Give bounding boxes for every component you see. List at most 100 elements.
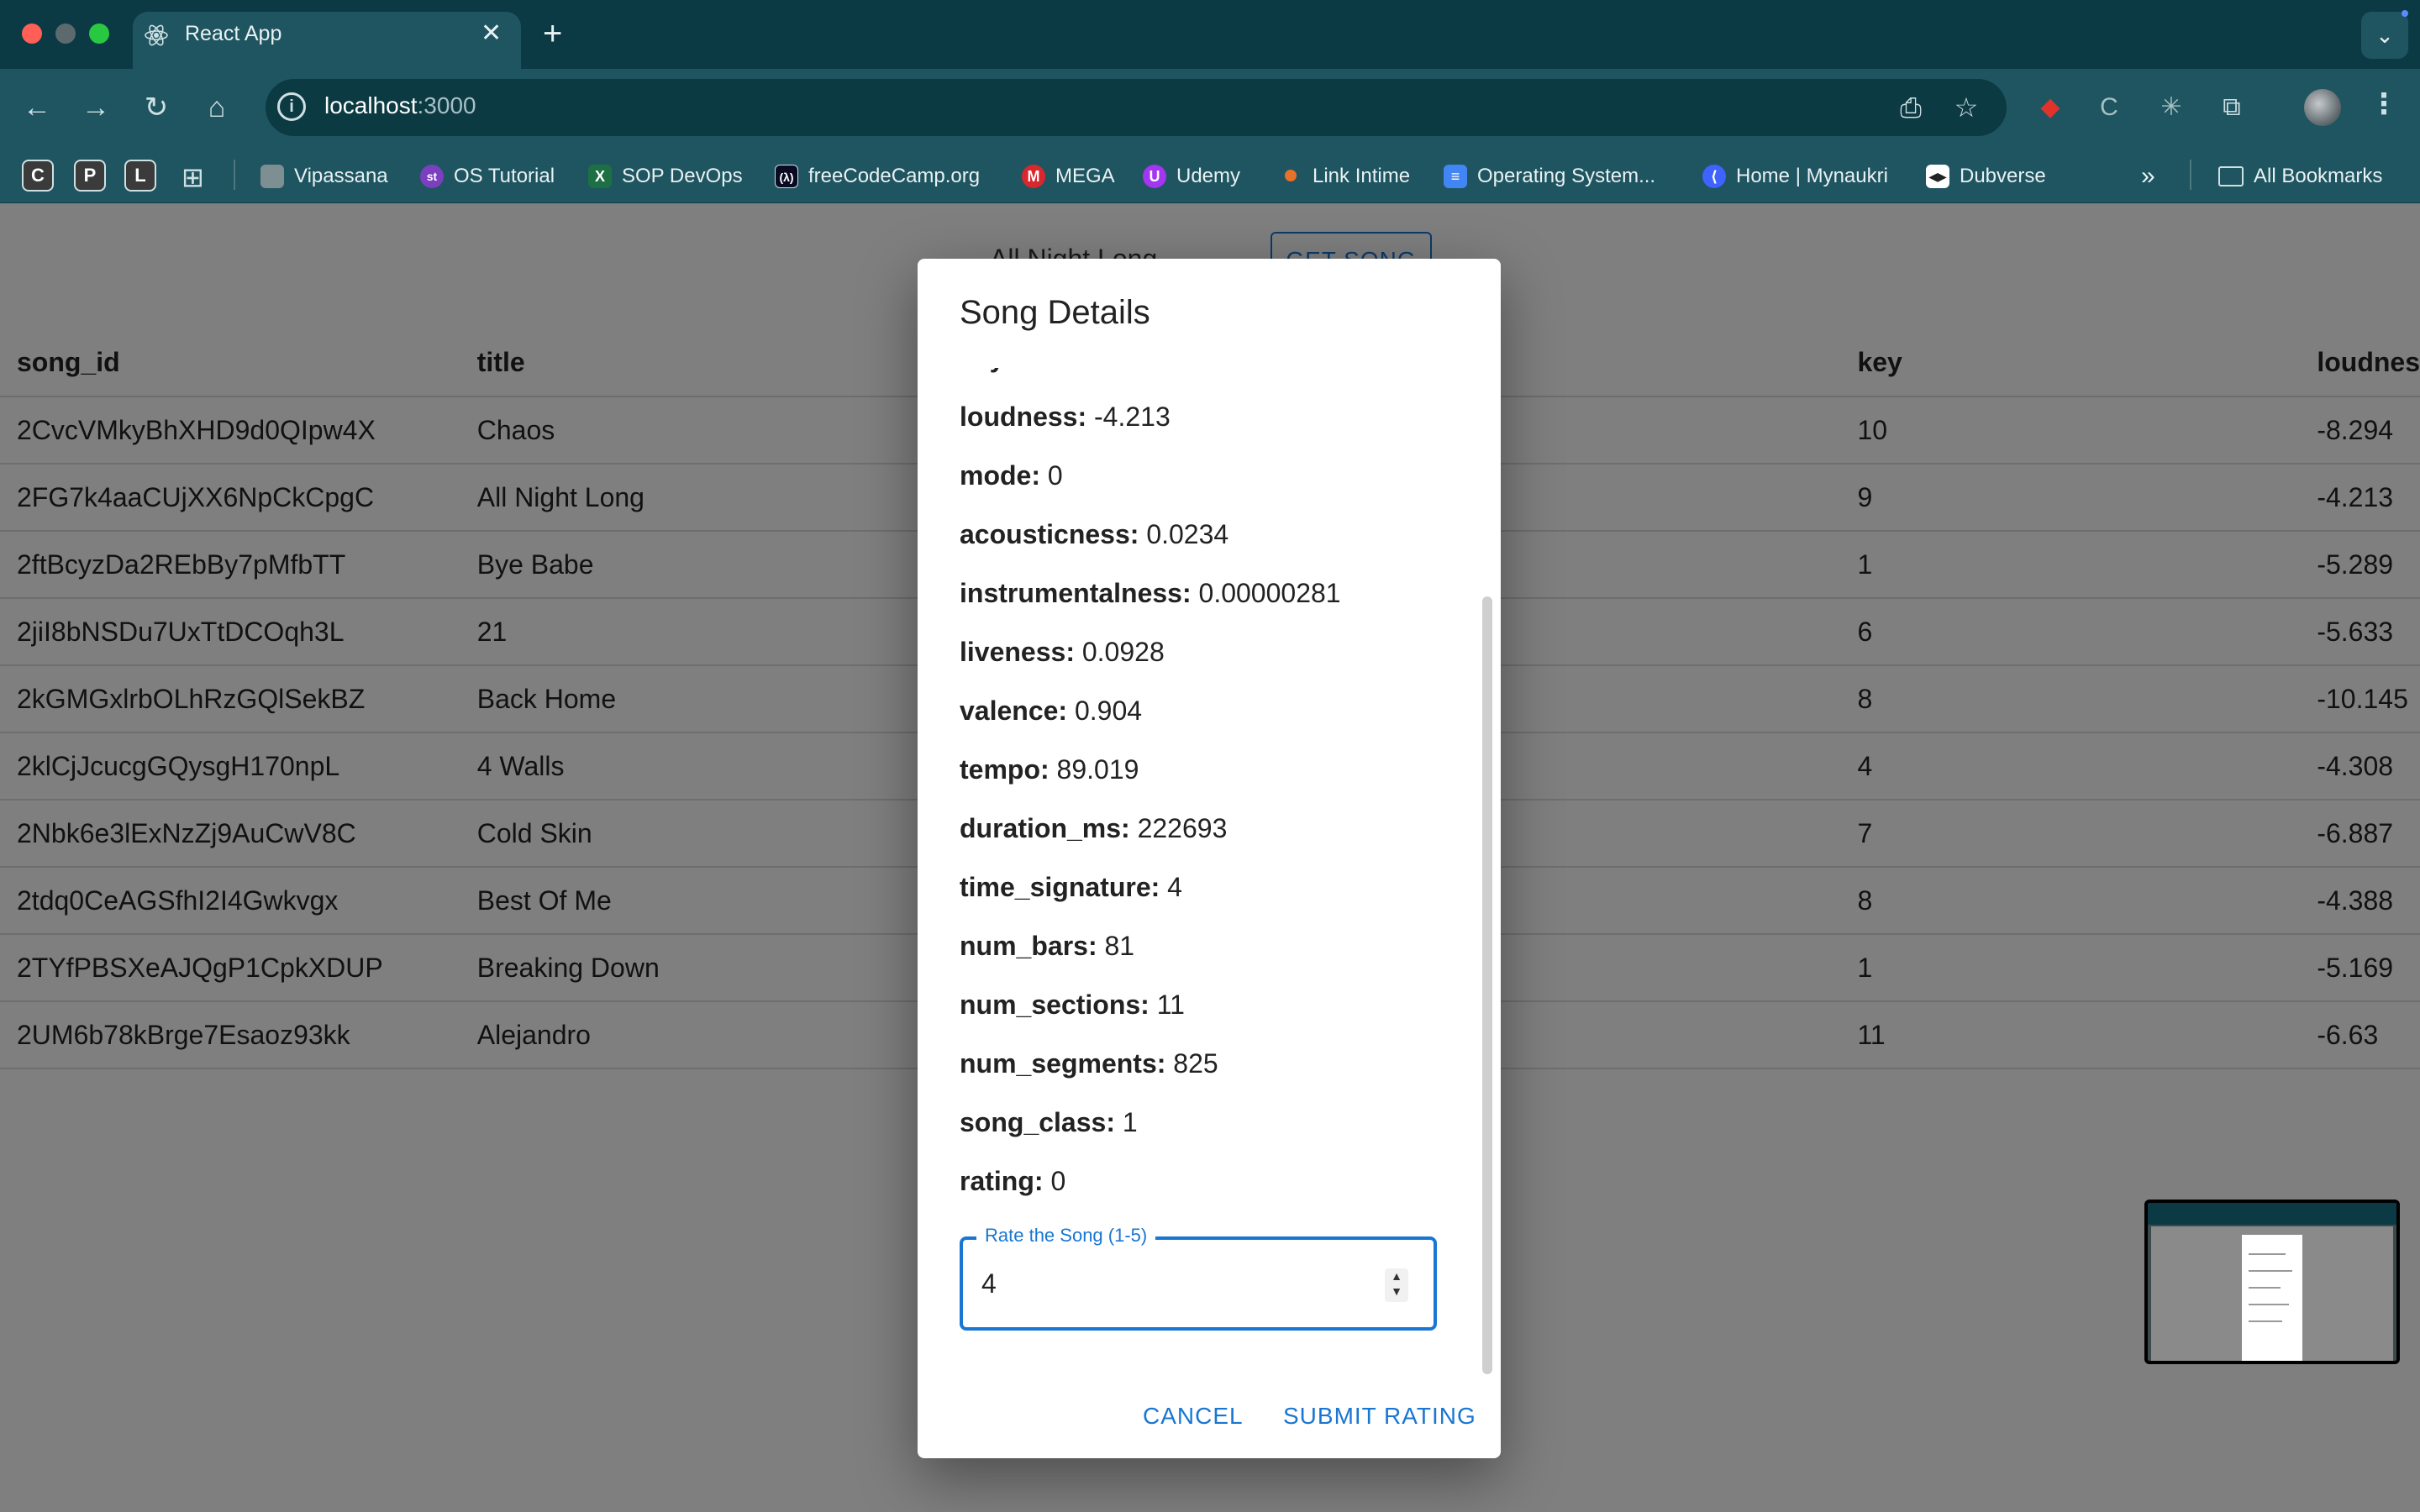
field-label: acousticness:	[960, 519, 1139, 549]
url-host: localhost	[324, 92, 418, 118]
bookmark-os-tutorial[interactable]: st OS Tutorial	[420, 161, 555, 192]
bookmark-dubverse[interactable]: ◀▶ Dubverse	[1926, 161, 2046, 192]
docs-icon: ≡	[1444, 165, 1467, 188]
song-detail-field: time_signature: 4	[960, 872, 1182, 903]
install-app-icon[interactable]: ⎙	[1892, 89, 1929, 126]
song-detail-field: tempo: 89.019	[960, 754, 1139, 785]
song-detail-field: mode: 0	[960, 460, 1063, 491]
notification-dot	[2402, 10, 2408, 17]
browser-menu-icon[interactable]: ⋮	[2370, 87, 2398, 121]
home-icon[interactable]: ⌂	[193, 84, 240, 131]
dialog-scrollbar-thumb[interactable]	[1482, 596, 1492, 1374]
all-bookmarks-button[interactable]: All Bookmarks	[2218, 161, 2382, 192]
field-value: 0.904	[1074, 696, 1143, 726]
dialog-title: Song Details	[960, 294, 1150, 331]
field-label: liveness:	[960, 637, 1075, 667]
song-detail-field: song_class: 1	[960, 1107, 1138, 1138]
rating-input-label: Rate the Song (1-5)	[976, 1225, 1156, 1247]
dialog-content[interactable]: key: 9 loudness: -4.213 mode: 0 acousticnes…	[960, 368, 1445, 1299]
profile-c-badge[interactable]: C	[22, 160, 54, 192]
bookmark-udemy[interactable]: U Udemy	[1143, 161, 1240, 192]
rating-input[interactable]	[960, 1236, 1437, 1331]
field-label: duration_ms:	[960, 813, 1130, 843]
bookmark-label: OS Tutorial	[454, 165, 555, 187]
field-label: num_sections:	[960, 990, 1150, 1020]
site-info-icon[interactable]: i	[277, 92, 306, 121]
window-maximize-button[interactable]	[89, 24, 109, 44]
tab-close-icon[interactable]: ✕	[481, 18, 502, 48]
field-label: valence:	[960, 696, 1068, 726]
bookmark-label: freeCodeCamp.org	[808, 165, 981, 187]
bookmark-mega[interactable]: M MEGA	[1022, 161, 1115, 192]
address-bar[interactable]	[266, 79, 2007, 136]
bookmark-operating-system[interactable]: ≡ Operating System...	[1444, 161, 1655, 192]
field-label: time_signature:	[960, 872, 1160, 902]
apps-grid-icon[interactable]: ⊞	[182, 161, 204, 193]
back-arrow-icon[interactable]: ←	[13, 84, 60, 131]
field-value: 4	[1167, 872, 1182, 902]
dot-icon	[1279, 165, 1302, 188]
extensions-puzzle-icon[interactable]: ⧉	[2212, 87, 2252, 128]
field-label: num_segments:	[960, 1048, 1166, 1079]
field-value: 825	[1173, 1048, 1218, 1079]
dubverse-icon: ◀▶	[1926, 165, 1949, 188]
number-spinner-icon[interactable]: ▲ ▼	[1385, 1268, 1408, 1302]
bookmarks-overflow-icon[interactable]: »	[2141, 161, 2155, 192]
extension-red-icon[interactable]: ◆	[2030, 87, 2070, 128]
tab-search-chevron-icon[interactable]: ⌄	[2361, 12, 2408, 59]
field-value: 89.019	[1056, 754, 1139, 785]
field-label: loudness:	[960, 402, 1087, 432]
field-value: 0.0928	[1081, 637, 1165, 667]
song-details-dialog: Song Details key: 9 loudness: -4.213 mode:…	[918, 259, 1501, 1458]
all-bookmarks-label: All Bookmarks	[2254, 165, 2383, 187]
submit-rating-button[interactable]: SUBMIT RATING	[1283, 1403, 1476, 1430]
mega-icon: M	[1022, 165, 1045, 188]
song-detail-field: num_sections: 11	[960, 990, 1185, 1021]
new-tab-icon[interactable]: +	[543, 15, 562, 53]
thumbnail-toolbar	[2148, 1203, 2396, 1225]
bookmark-freecodecamp[interactable]: (λ) freeCodeCamp.org	[775, 161, 980, 192]
cancel-button[interactable]: CANCEL	[1143, 1403, 1244, 1430]
song-detail-field: num_segments: 825	[960, 1048, 1218, 1079]
bookmark-label: Udemy	[1176, 165, 1241, 187]
excel-icon: X	[588, 165, 612, 188]
field-label: song_class:	[960, 1107, 1115, 1137]
bookmarks-divider	[2190, 160, 2191, 190]
bookmark-star-icon[interactable]: ☆	[1948, 89, 1985, 126]
bookmark-vipassana[interactable]: Vipassana	[260, 161, 388, 192]
url-port: :3000	[417, 92, 476, 118]
field-value: 0	[1050, 1166, 1066, 1196]
profile-p-badge[interactable]: P	[74, 160, 106, 192]
extension-bug-icon[interactable]: ✳	[2151, 87, 2191, 128]
field-label: key:	[960, 368, 1013, 373]
field-value: 81	[1104, 931, 1135, 961]
bookmark-sop-devops[interactable]: X SOP DevOps	[588, 161, 743, 192]
song-detail-field: key: 9	[960, 368, 1036, 374]
window-minimize-button[interactable]	[55, 24, 76, 44]
forward-arrow-icon[interactable]: →	[72, 84, 119, 131]
fcc-icon: (λ)	[775, 165, 798, 188]
field-value: 222693	[1137, 813, 1228, 843]
rating-input-value[interactable]: 4	[981, 1268, 997, 1299]
field-value: 1	[1122, 1107, 1138, 1137]
folder-icon	[2218, 166, 2244, 186]
window-close-button[interactable]	[22, 24, 42, 44]
tab-title: React App	[185, 22, 282, 45]
bookmarks-divider	[234, 160, 235, 190]
field-value: 0.00000281	[1198, 578, 1341, 608]
address-url[interactable]: localhost:3000	[324, 92, 476, 119]
profile-avatar[interactable]	[2304, 89, 2341, 126]
song-detail-field: loudness: -4.213	[960, 402, 1171, 433]
bookmark-link-intime[interactable]: Link Intime	[1279, 161, 1410, 192]
screenshot-thumbnail[interactable]	[2144, 1200, 2400, 1364]
field-value: 0	[1047, 460, 1063, 491]
song-detail-field: liveness: 0.0928	[960, 637, 1165, 668]
reload-icon[interactable]: ↻	[133, 84, 180, 131]
extension-c-icon[interactable]: C	[2089, 87, 2129, 128]
profile-l-badge[interactable]: L	[124, 160, 156, 192]
song-detail-field: valence: 0.904	[960, 696, 1142, 727]
field-value: -4.213	[1094, 402, 1171, 432]
bookmark-mynaukri[interactable]: ⟨ Home | Mynaukri	[1702, 161, 1888, 192]
song-detail-field: instrumentalness: 0.00000281	[960, 578, 1341, 609]
bookmark-label: Vipassana	[294, 165, 388, 187]
